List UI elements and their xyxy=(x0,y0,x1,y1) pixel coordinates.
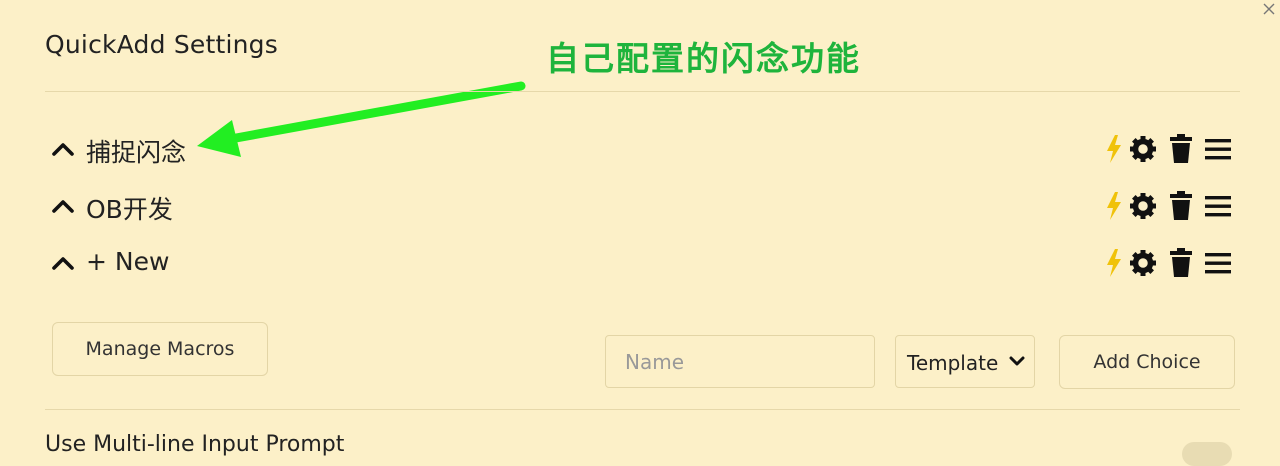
collapse-chevron-icon[interactable] xyxy=(50,254,76,272)
trash-icon[interactable] xyxy=(1168,191,1194,221)
divider xyxy=(45,409,1240,410)
choice-name[interactable]: OB开发 xyxy=(86,190,173,226)
trash-icon[interactable] xyxy=(1168,134,1194,164)
choice-name-input[interactable] xyxy=(605,335,875,388)
drag-handle-icon[interactable] xyxy=(1204,191,1232,221)
collapse-chevron-icon[interactable] xyxy=(50,197,76,215)
gear-icon[interactable] xyxy=(1128,134,1158,164)
choice-row: + New xyxy=(48,244,1248,284)
multiline-setting-label: Use Multi-line Input Prompt xyxy=(45,432,345,457)
close-icon[interactable] xyxy=(1262,2,1276,16)
choice-actions xyxy=(1104,246,1244,280)
choice-type-value: Template xyxy=(907,351,999,375)
annotation-text: 自己配置的闪念功能 xyxy=(546,39,861,78)
drag-handle-icon[interactable] xyxy=(1204,248,1232,278)
choice-actions xyxy=(1104,189,1244,223)
manage-macros-button[interactable]: Manage Macros xyxy=(52,322,268,376)
gear-icon[interactable] xyxy=(1128,248,1158,278)
modal-title: QuickAdd Settings xyxy=(45,30,278,59)
lightning-icon[interactable] xyxy=(1104,134,1124,164)
choice-actions xyxy=(1104,132,1244,166)
lightning-icon[interactable] xyxy=(1104,248,1124,278)
choice-name[interactable]: + New xyxy=(86,247,169,276)
choice-type-select[interactable]: Template xyxy=(895,335,1035,388)
gear-icon[interactable] xyxy=(1128,191,1158,221)
trash-icon[interactable] xyxy=(1168,248,1194,278)
divider xyxy=(45,91,1240,92)
drag-handle-icon[interactable] xyxy=(1204,134,1232,164)
add-choice-button[interactable]: Add Choice xyxy=(1059,335,1235,389)
lightning-icon[interactable] xyxy=(1104,191,1124,221)
choice-row: 捕捉闪念 xyxy=(48,130,1248,170)
choice-name[interactable]: 捕捉闪念 xyxy=(86,133,186,169)
chevron-down-icon xyxy=(1009,356,1025,366)
collapse-chevron-icon[interactable] xyxy=(50,140,76,158)
multiline-toggle[interactable] xyxy=(1182,442,1232,466)
choice-row: OB开发 xyxy=(48,187,1248,227)
